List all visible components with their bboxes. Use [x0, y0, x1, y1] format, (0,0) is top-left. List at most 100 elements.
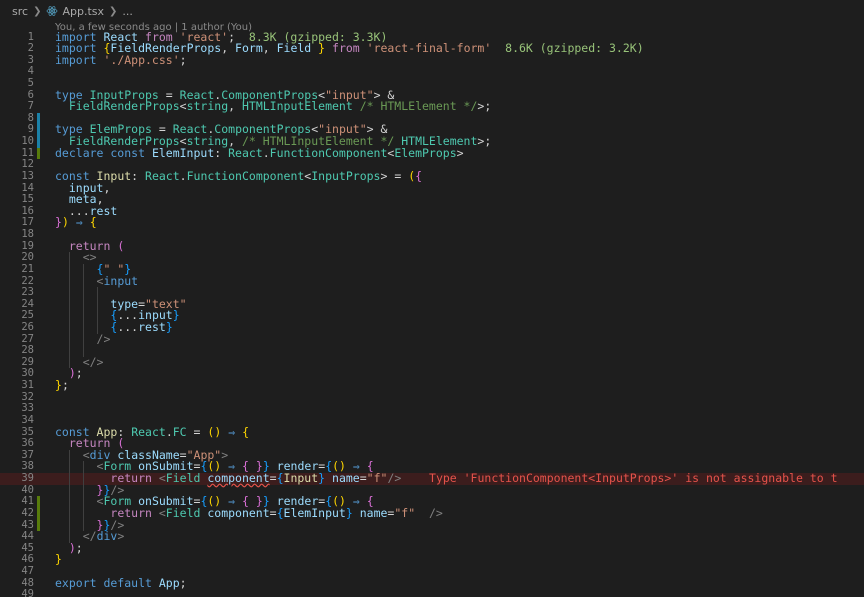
code-line[interactable]: 32: [0, 391, 864, 404]
code-line[interactable]: 27 />: [0, 333, 864, 346]
chevron-right-icon: ❯: [33, 5, 42, 17]
code-token: ): [68, 540, 76, 555]
code-line[interactable]: 28: [0, 345, 864, 357]
git-added-marker[interactable]: [37, 507, 40, 520]
breadcrumb-file[interactable]: App.tsx: [62, 5, 104, 18]
code-token: from: [332, 41, 367, 56]
code-line[interactable]: 15 meta,: [0, 193, 864, 206]
code-token: >;: [477, 99, 492, 114]
code-line[interactable]: 3 import './App.css';: [0, 52, 864, 67]
indent-guide: [69, 252, 70, 369]
code-line[interactable]: 42 return <Field component={ElemInput} n…: [0, 505, 864, 520]
code-line[interactable]: 31};: [0, 378, 864, 393]
code-line[interactable]: 44 </div>: [0, 529, 864, 544]
code-token: />: [387, 471, 402, 486]
code-token: ;: [75, 366, 83, 381]
code-line[interactable]: 45 );: [0, 540, 864, 555]
code-line[interactable]: 29 </>: [0, 354, 864, 369]
git-modified-marker[interactable]: [37, 112, 40, 125]
line-number: 42: [21, 506, 34, 519]
code-token: ...: [117, 320, 139, 334]
code-line[interactable]: 14 input,: [0, 182, 864, 195]
code-line[interactable]: 43 }}/>: [0, 519, 864, 532]
code-token: </: [82, 529, 97, 544]
code-token: </>: [82, 354, 104, 369]
code-token: string: [186, 99, 229, 114]
code-token: >: [456, 145, 464, 160]
code-token: {: [89, 215, 97, 230]
code-token: React: [228, 145, 263, 160]
code-line[interactable]: 17}) ⇒ {: [0, 217, 864, 229]
indent-guide: [83, 461, 84, 532]
code-token: ): [68, 366, 76, 381]
code-line[interactable]: 19 return (: [0, 240, 864, 253]
code-line[interactable]: 22 <input: [0, 275, 864, 288]
git-modified-marker[interactable]: [37, 124, 40, 137]
code-line[interactable]: 16 ...rest: [0, 205, 864, 218]
code-token: ElemProps: [394, 145, 457, 160]
code-line[interactable]: 7 FieldRenderProps<string, HTMLInputElem…: [0, 99, 864, 114]
indent-guide: [83, 263, 84, 357]
breadcrumb-folder[interactable]: src: [12, 5, 28, 18]
code-token: >: [117, 529, 125, 544]
code-token: "f": [394, 505, 416, 520]
code-line[interactable]: 35 const App: React.FC = () ⇒ {: [0, 424, 864, 439]
breadcrumb-symbol[interactable]: ...: [122, 5, 133, 18]
code-token: }: [345, 505, 353, 520]
code-token: React: [145, 168, 180, 183]
code-token: .: [262, 145, 270, 160]
code-token: {: [415, 168, 423, 183]
code-token: (): [207, 424, 222, 439]
code-token: }: [55, 378, 62, 393]
line-number: 47: [21, 565, 34, 578]
code-token: ElemInput: [283, 505, 346, 520]
chevron-right-icon: ❯: [109, 5, 118, 17]
code-token: />: [429, 505, 443, 520]
error-lens-message: Type 'FunctionComponent<InputProps>' is …: [429, 471, 838, 486]
line-number: 39: [21, 472, 34, 485]
code-token: :: [131, 168, 146, 183]
code-token: ;: [179, 575, 187, 590]
code-token: "f": [366, 471, 388, 486]
code-line[interactable]: 11 declare const ElemInput: React.Functio…: [0, 145, 864, 160]
code-line[interactable]: 48 export default App;: [0, 575, 864, 590]
code-line[interactable]: 39 return <Field component={Input} name=…: [0, 471, 864, 486]
code-token: /* HTMLElement */: [359, 99, 478, 114]
code-text: };: [55, 378, 69, 393]
code-text: return <Field component={Input} name="f"…: [55, 471, 838, 486]
code-line[interactable]: 13 const Input: React.FunctionComponent<I…: [0, 168, 864, 183]
code-line[interactable]: 30 );: [0, 368, 864, 380]
git-added-marker[interactable]: [37, 147, 40, 160]
code-text: }) ⇒ {: [55, 217, 97, 229]
code-token: ElemInput: [151, 145, 215, 160]
git-added-marker[interactable]: [37, 519, 40, 532]
code-line[interactable]: 26 {...rest}: [0, 320, 864, 334]
code-token: }: [55, 215, 62, 230]
code-token: > =: [380, 168, 409, 183]
git-added-marker[interactable]: [37, 496, 40, 508]
code-line[interactable]: 49: [0, 589, 864, 597]
line-number: 10: [21, 135, 34, 148]
git-modified-marker[interactable]: [37, 136, 40, 148]
code-line[interactable]: 33: [0, 403, 864, 415]
code-line[interactable]: 4: [0, 66, 864, 78]
code-line[interactable]: 18: [0, 228, 864, 241]
code-editor[interactable]: You, a few seconds ago | 1 author (You) …: [0, 22, 864, 597]
code-token: ⇒: [75, 215, 83, 230]
code-line[interactable]: 46}: [0, 554, 864, 566]
code-token: ;: [179, 52, 187, 67]
code-token: FunctionComponent: [269, 145, 388, 160]
code-token: component: [207, 471, 270, 486]
code-token: rest: [138, 320, 166, 334]
import-cost-label: 8.6K (gzipped: 3.2K): [505, 41, 644, 56]
line-number: 26: [21, 321, 34, 333]
line-number: 13: [21, 169, 34, 182]
code-token: HTMLInputElement: [241, 99, 360, 114]
code-token: {: [276, 505, 284, 520]
